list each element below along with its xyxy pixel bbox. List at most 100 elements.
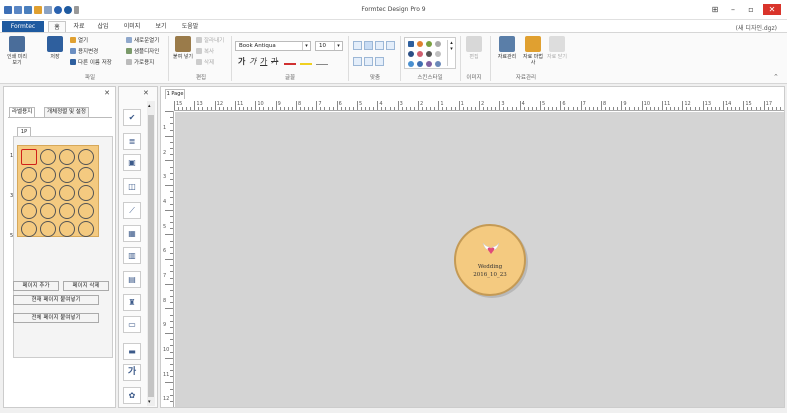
style-swatch[interactable] [408, 51, 414, 57]
style-swatch[interactable] [426, 41, 432, 47]
strikethrough-button[interactable]: 가 [271, 56, 278, 67]
horizontal-paper-button[interactable]: 가로용지 [126, 59, 154, 67]
barcode-tool-icon[interactable]: ▥ [123, 247, 141, 264]
selected-label-cell[interactable] [21, 149, 37, 165]
label-cell[interactable] [40, 167, 56, 183]
label-cell[interactable] [78, 185, 94, 201]
data-close-button[interactable]: 자료 닫기 [546, 36, 568, 60]
tab-home[interactable]: 홈 [48, 21, 66, 32]
collapse-ribbon-icon[interactable]: ⌃ [773, 73, 779, 81]
bold-button[interactable]: 가 [238, 56, 245, 67]
label-cell[interactable] [40, 221, 56, 237]
minimize-button[interactable]: – [726, 4, 740, 15]
align-left-icon[interactable] [353, 41, 362, 50]
tab-view[interactable]: 보기 [150, 21, 172, 32]
label-cell[interactable] [59, 167, 75, 183]
tab-page-1[interactable]: 1 Page [165, 89, 185, 99]
print-preview-button[interactable]: 인쇄 미리보기 [6, 36, 28, 66]
font-family-select[interactable]: Book Antiqua ▾ [235, 41, 311, 51]
close-icon[interactable]: ✕ [104, 89, 110, 97]
label-cell[interactable] [21, 185, 37, 201]
ribbon-display-icon[interactable]: ⊞ [708, 4, 722, 15]
tab-page-1[interactable]: 1P [17, 127, 31, 136]
align-bottom-icon[interactable] [375, 57, 384, 66]
stamp-tool-icon[interactable]: ♜ [123, 294, 141, 311]
image-tool-icon[interactable]: ▣ [123, 154, 141, 171]
close-button[interactable]: ✕ [763, 4, 781, 15]
tab-formtec[interactable]: Formtec [2, 21, 44, 32]
new-open-button[interactable]: 새로운열기 [126, 37, 159, 45]
align-middle-icon[interactable] [364, 57, 373, 66]
tab-label-paper[interactable]: 라벨용지 [9, 107, 36, 117]
style-swatch[interactable] [408, 41, 414, 47]
image-edit-button[interactable]: 편집 [463, 36, 485, 60]
open-button[interactable]: 열기 [70, 37, 88, 45]
label-cell[interactable] [78, 167, 94, 183]
frame-tool-icon[interactable]: ▭ [123, 316, 141, 333]
vertical-ruler[interactable]: 1 2 3 4 5 6 7 8 9 10 11 12 [162, 111, 174, 407]
round-label[interactable]: Wedding 2016_10_23 [454, 224, 526, 296]
tab-insert[interactable]: 삽입 [92, 21, 114, 32]
tab-image[interactable]: 이미지 [118, 21, 146, 32]
label-cell[interactable] [21, 221, 37, 237]
align-right-icon[interactable] [375, 41, 384, 50]
save-as-button[interactable]: 다른 이름 저장 [70, 59, 112, 67]
italic-button[interactable]: 가 [249, 56, 256, 67]
style-gallery[interactable]: ▴ ▾ [404, 37, 456, 69]
scroll-down-icon[interactable]: ▾ [148, 399, 151, 405]
tab-help[interactable]: 도움말 [176, 21, 204, 32]
scroll-up-icon[interactable]: ▴ [148, 103, 151, 109]
select-tool-icon[interactable]: ✔ [123, 109, 141, 126]
style-swatch[interactable] [435, 51, 441, 57]
close-icon[interactable]: ✕ [143, 89, 149, 97]
style-swatch[interactable] [435, 41, 441, 47]
scroll-thumb[interactable] [148, 115, 154, 397]
add-page-button[interactable]: 페이지 추가 [13, 281, 59, 291]
sample-design-button[interactable]: 샘플디자인 [126, 48, 159, 56]
label-sheet-thumbnail[interactable]: 1 3 5 [10, 145, 99, 239]
horizontal-ruler[interactable]: 15 13 12 11 10 9 8 7 6 5 4 3 2 1 1 2 3 4 5 6 7 8 9 10 11 12 13 14 15… [174, 101, 784, 111]
label-cell[interactable] [59, 149, 75, 165]
align-center-icon[interactable] [364, 41, 373, 50]
toolbox-scrollbar[interactable]: ▴ ▾ [147, 101, 155, 406]
save-button[interactable]: 저장 [44, 36, 66, 60]
label-cell[interactable] [78, 203, 94, 219]
data-manage-button[interactable]: 자료관리 [494, 36, 520, 60]
style-swatch[interactable] [417, 41, 423, 47]
label-cell[interactable] [21, 167, 37, 183]
font-color-icon[interactable] [284, 55, 296, 65]
align-justify-icon[interactable] [386, 41, 395, 50]
font-size-select[interactable]: 10 ▾ [315, 41, 343, 51]
text-tool-icon[interactable]: ≣ [123, 133, 141, 150]
shape-tool-icon[interactable]: ◫ [123, 178, 141, 195]
design-canvas[interactable]: Wedding 2016_10_23 [175, 112, 784, 407]
paste-current-page-button[interactable]: 현재 페이지 붙여넣기 [13, 295, 99, 305]
hangul-text-tool[interactable]: 가 [123, 364, 141, 381]
line-tool-icon[interactable]: ⟋ [123, 202, 141, 219]
delete-page-button[interactable]: 페이지 삭제 [63, 281, 109, 291]
style-swatch[interactable] [417, 51, 423, 57]
highlight-icon[interactable] [300, 55, 312, 65]
label-cell[interactable] [59, 221, 75, 237]
gallery-scroll-icon[interactable]: ▴ ▾ [447, 40, 455, 66]
label-cell[interactable] [78, 149, 94, 165]
change-paper-button[interactable]: 용지변경 [70, 48, 98, 56]
label-cell[interactable] [21, 203, 37, 219]
paste-button[interactable]: 붙여 넣기 [172, 36, 194, 60]
tab-object-arrange[interactable]: 개체정렬 및 설정 [44, 107, 89, 117]
tab-data[interactable]: 자료 [68, 21, 90, 32]
label-cell[interactable] [59, 203, 75, 219]
clipart-tool-icon[interactable]: ✿ [123, 387, 141, 404]
style-swatch[interactable] [426, 61, 432, 67]
style-swatch[interactable] [435, 61, 441, 67]
paste-all-pages-button[interactable]: 전체 페이지 붙여넣기 [13, 313, 99, 323]
copy-button[interactable]: 복사 [196, 48, 214, 56]
cut-button[interactable]: 잘라내기 [196, 37, 224, 45]
qrcode-tool-icon[interactable]: ▤ [123, 271, 141, 288]
align-top-icon[interactable] [353, 57, 362, 66]
table-tool-icon[interactable]: ▦ [123, 225, 141, 242]
style-swatch[interactable] [426, 51, 432, 57]
label-cell[interactable] [78, 221, 94, 237]
memo-tool-icon[interactable]: ▬ [123, 343, 141, 360]
style-swatch[interactable] [417, 61, 423, 67]
